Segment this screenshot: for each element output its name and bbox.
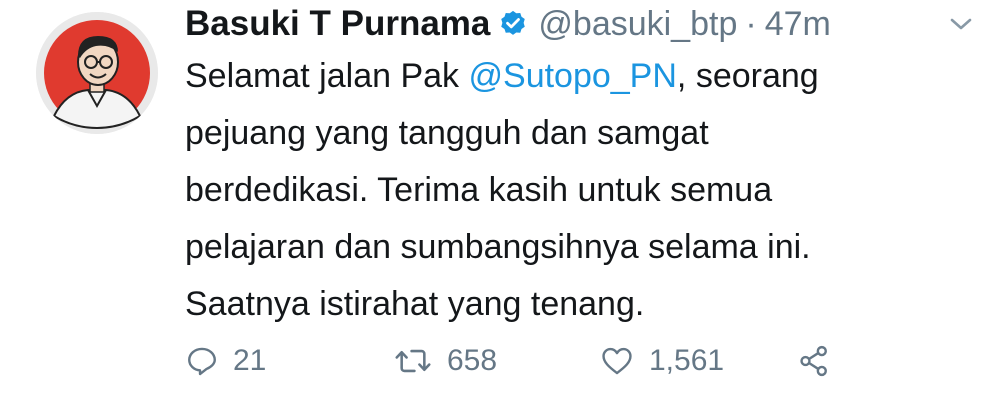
reply-count: 21	[233, 344, 267, 377]
author-handle[interactable]: @basuki_btp	[538, 5, 737, 44]
separator-dot: ·	[745, 4, 757, 43]
tweet-card: Basuki T Purnama @basuki_btp · 47m Selam…	[0, 0, 1000, 406]
like-button[interactable]: 1,561	[599, 336, 724, 386]
chevron-down-icon[interactable]	[948, 14, 974, 34]
like-count: 1,561	[649, 344, 725, 377]
verified-badge-icon	[498, 9, 528, 39]
tweet-header: Basuki T Purnama @basuki_btp · 47m	[185, 2, 831, 46]
tweet-text-line: Selamat jalan Pak @Sutopo_PN, seorang	[185, 48, 965, 105]
tweet-text-line: pelajaran dan sumbangsihnya selama ini.	[185, 228, 811, 266]
text-segment: Selamat jalan Pak	[185, 57, 469, 95]
tweet-text-line: berdedikasi. Terima kasih untuk semua	[185, 171, 773, 209]
retweet-button[interactable]: 658	[393, 336, 497, 386]
avatar[interactable]	[36, 12, 158, 134]
retweet-icon	[395, 349, 431, 373]
reply-icon	[188, 347, 216, 376]
retweet-count: 658	[447, 344, 498, 377]
share-icon	[800, 345, 827, 377]
mention-link[interactable]: @Sutopo_PN	[469, 57, 677, 95]
tweet-text: Selamat jalan Pak @Sutopo_PN, seorang pe…	[185, 48, 965, 333]
share-button[interactable]	[797, 336, 831, 386]
author-name[interactable]: Basuki T Purnama	[185, 4, 490, 44]
avatar-illustration	[36, 12, 158, 134]
text-segment: , seorang	[676, 57, 819, 95]
tweet-text-line: pejuang yang tangguh dan samgat	[185, 114, 709, 152]
heart-icon	[602, 347, 632, 375]
tweet-text-line: Saatnya istirahat yang tenang.	[185, 285, 645, 323]
reply-button[interactable]: 21	[185, 336, 266, 386]
timestamp[interactable]: 47m	[765, 5, 831, 44]
